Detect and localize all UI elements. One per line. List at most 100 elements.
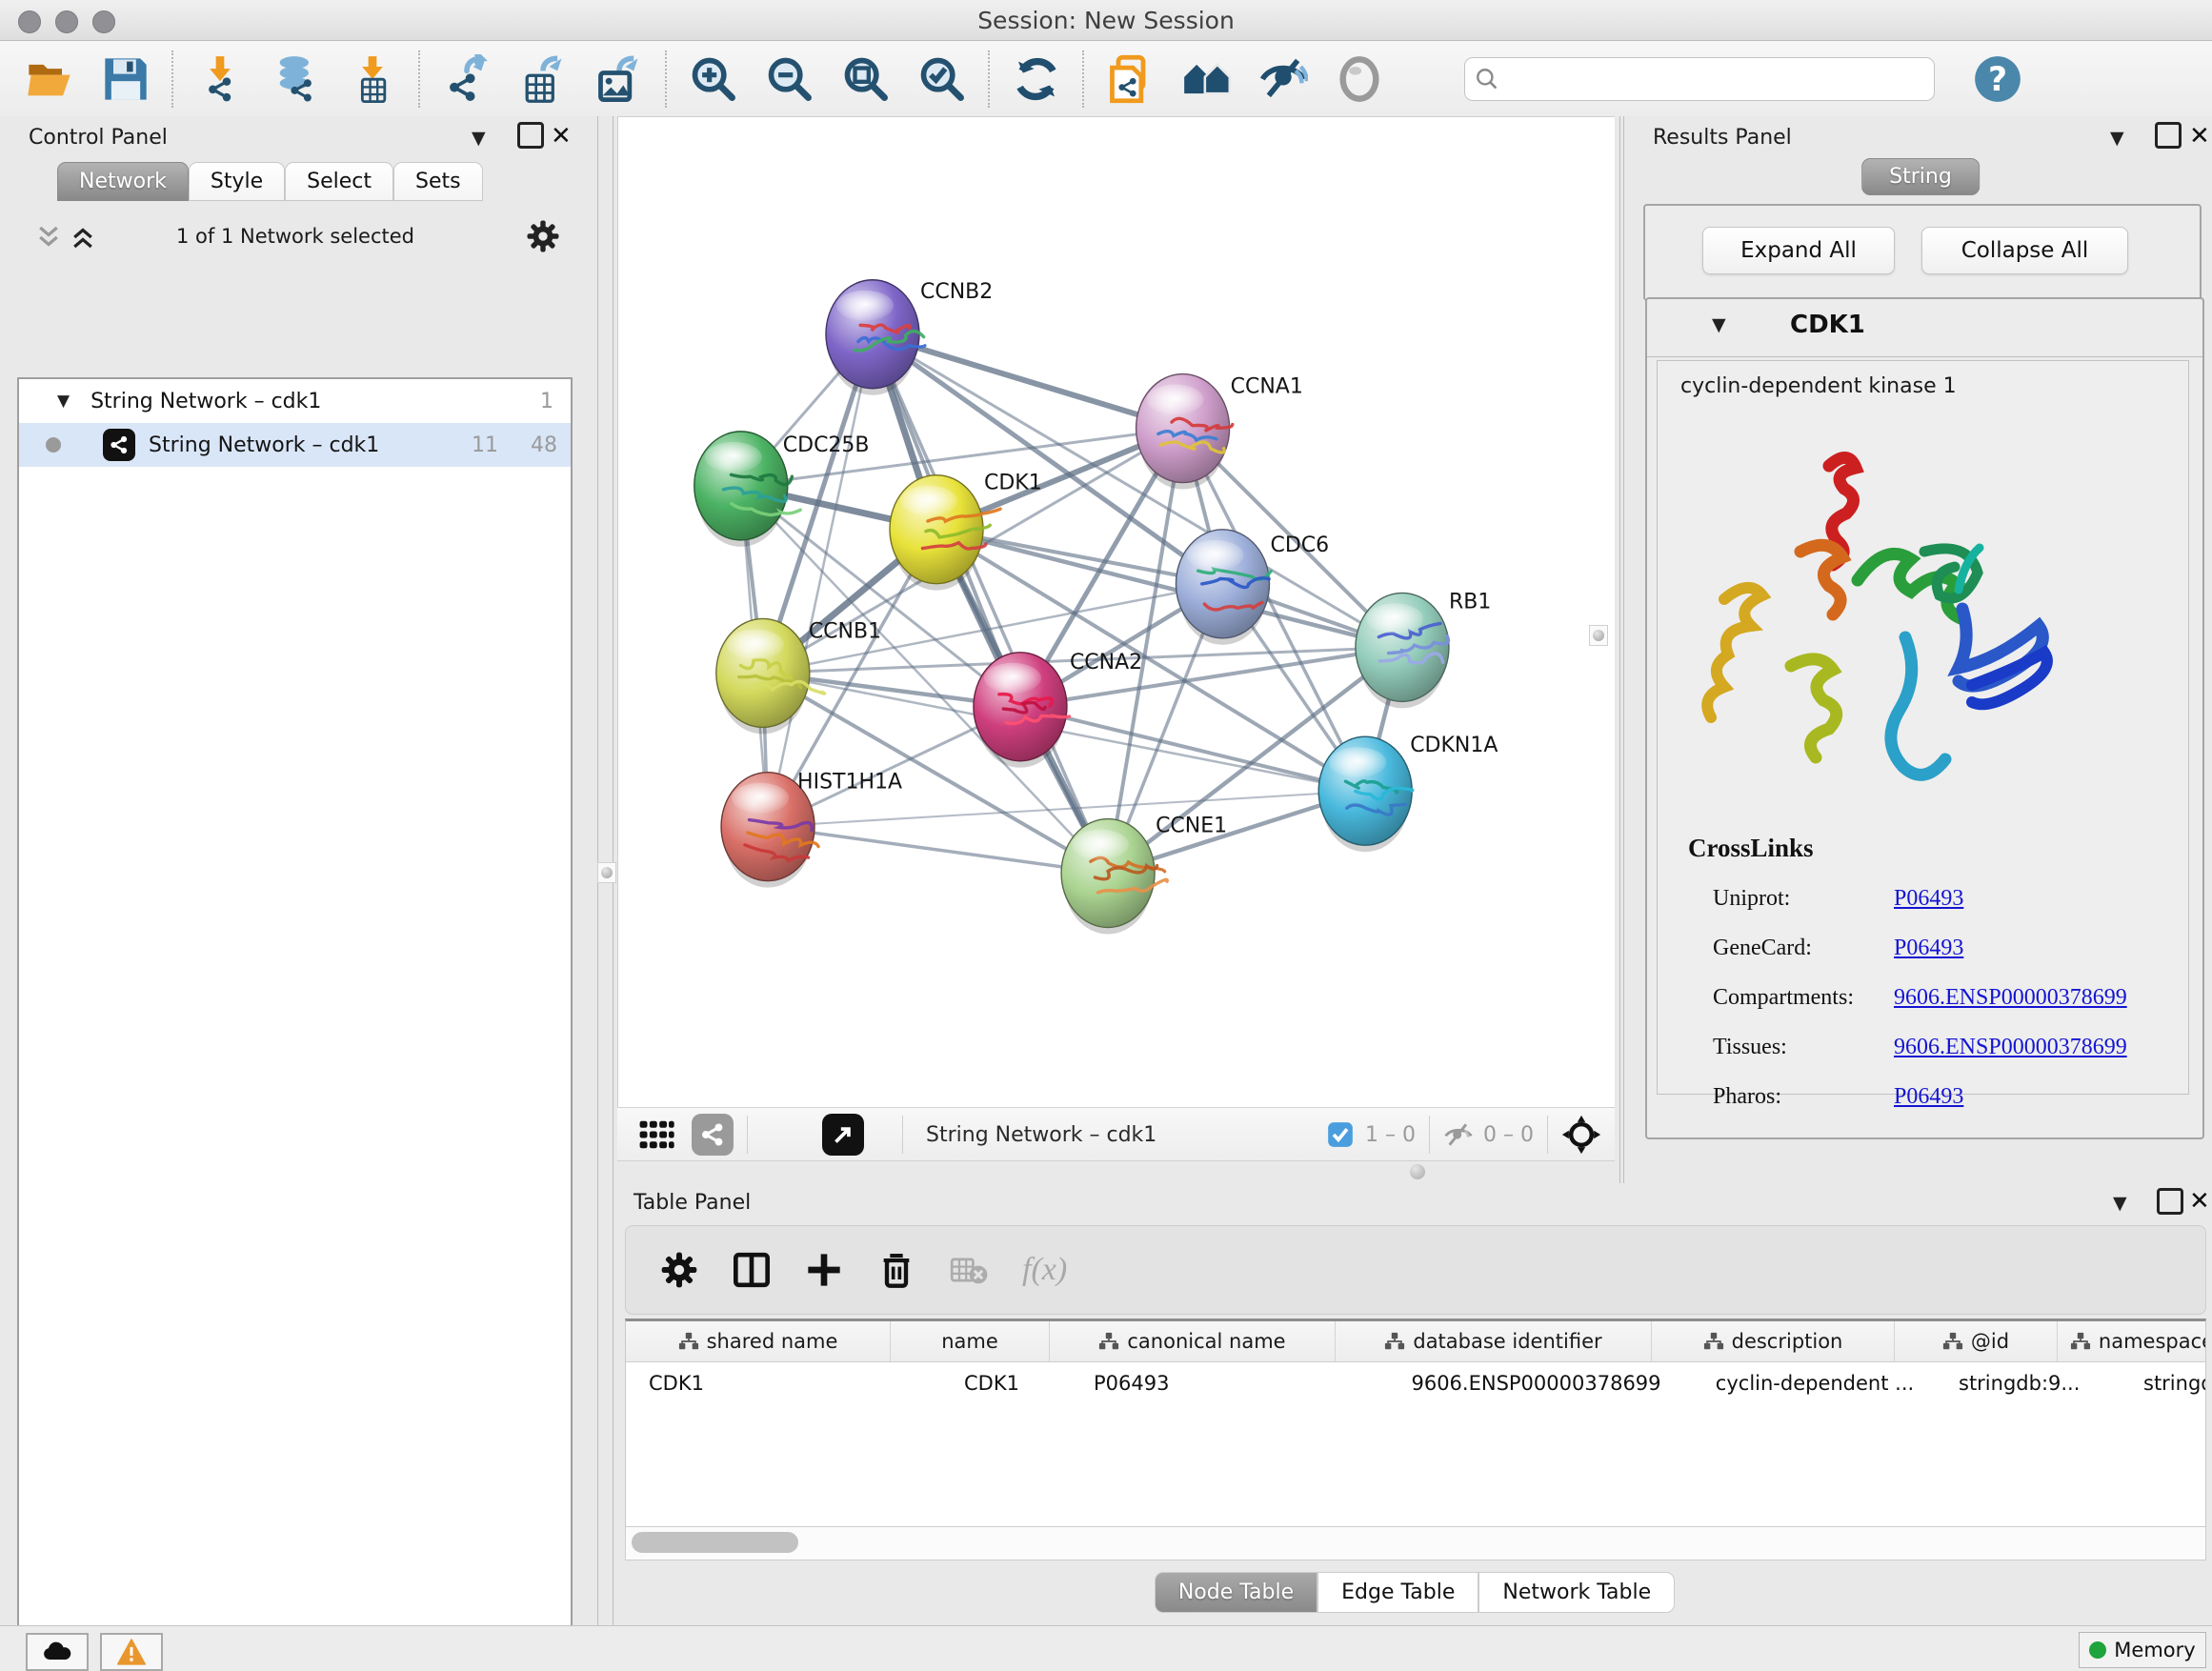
column-header[interactable]: description [1652, 1321, 1895, 1361]
cell-description[interactable]: cyclin-dependent ... [1694, 1362, 1936, 1404]
save-session-icon[interactable] [101, 54, 151, 104]
tab-style[interactable]: Style [189, 162, 285, 201]
cell-canonical-name[interactable]: P06493 [1071, 1362, 1378, 1404]
import-table-icon[interactable] [348, 54, 397, 104]
clone-network-icon[interactable] [1106, 54, 1156, 104]
import-network-icon[interactable] [195, 54, 245, 104]
splitter-handle[interactable] [1410, 1164, 1425, 1179]
network-node-ccne1[interactable] [1061, 819, 1167, 928]
hide-panels-icon[interactable] [1258, 54, 1308, 104]
zoom-fit-icon[interactable] [841, 54, 891, 104]
help-icon[interactable]: ? [1973, 54, 2022, 104]
birdseye-grid-icon[interactable] [638, 1117, 674, 1153]
collapse-all-button[interactable]: Collapse All [1921, 227, 2128, 274]
tab-node-table[interactable]: Node Table [1155, 1572, 1317, 1613]
collapse-all-icon[interactable] [34, 223, 63, 252]
network-node-rb1[interactable] [1356, 593, 1449, 701]
table-header-row: shared name name canonical name database… [626, 1321, 2205, 1362]
panel-menu-icon[interactable]: ▼ [472, 128, 486, 149]
protein-section-header[interactable]: ▼ CDK1 [1647, 299, 2202, 357]
function-builder-icon[interactable]: f(x) [1022, 1252, 1067, 1288]
cell-name[interactable]: CDK1 [913, 1362, 1071, 1404]
cloud-button[interactable] [26, 1633, 89, 1671]
column-header[interactable]: name [891, 1321, 1050, 1361]
cell-namespace[interactable]: stringdb [2121, 1362, 2206, 1404]
splitter-collapse-handle[interactable] [597, 862, 616, 883]
warnings-button[interactable] [100, 1633, 163, 1671]
network-node-cdkn1a[interactable] [1318, 736, 1413, 845]
uniprot-link[interactable]: P06493 [1894, 886, 1963, 911]
export-image-icon[interactable] [594, 54, 644, 104]
network-node-cdc6[interactable] [1176, 530, 1271, 638]
expand-all-icon[interactable] [69, 223, 97, 252]
show-columns-icon[interactable] [733, 1251, 771, 1289]
cell-id[interactable]: stringdb:9... [1936, 1362, 2121, 1404]
panel-menu-icon[interactable]: ▼ [2110, 128, 2124, 149]
collection-expander-icon[interactable]: ▼ [57, 392, 70, 411]
panel-menu-icon[interactable]: ▼ [2113, 1193, 2127, 1214]
vertical-splitter-left[interactable] [597, 116, 617, 1625]
network-graph[interactable]: CCNB2CCNA1CDC25BCDK1CDC6RB1CCNB1CCNA2CDK… [618, 117, 1616, 1108]
tab-select[interactable]: Select [285, 162, 393, 201]
node-label-rb1: RB1 [1449, 590, 1491, 614]
tab-network[interactable]: Network [57, 162, 189, 201]
delete-column-icon[interactable] [877, 1251, 915, 1289]
table-options-gear-icon[interactable] [660, 1251, 698, 1289]
tab-string[interactable]: String [1861, 158, 1980, 195]
memory-button[interactable]: Memory [2079, 1632, 2206, 1668]
scrollbar-thumb[interactable] [632, 1532, 798, 1553]
table-row[interactable]: CDK1 CDK1 P06493 9606.ENSP00000378699 cy… [626, 1362, 2205, 1404]
horizontal-scrollbar[interactable] [625, 1526, 2206, 1560]
export-table-icon[interactable] [518, 54, 568, 104]
import-database-icon[interactable] [271, 54, 321, 104]
column-header[interactable]: shared name [626, 1321, 891, 1361]
delete-table-icon[interactable] [950, 1251, 988, 1289]
zoom-selected-icon[interactable] [917, 54, 967, 104]
expand-all-button[interactable]: Expand All [1702, 227, 1895, 274]
column-header[interactable]: database identifier [1336, 1321, 1652, 1361]
tab-sets[interactable]: Sets [393, 162, 483, 201]
vertical-splitter-right[interactable] [1615, 116, 1629, 1183]
search-input[interactable] [1499, 59, 1934, 99]
show-panels-icon[interactable] [1335, 54, 1384, 104]
section-expander-icon[interactable]: ▼ [1712, 314, 1726, 335]
close-panel-icon[interactable]: ✕ [2189, 122, 2210, 151]
float-panel-icon[interactable] [2157, 1188, 2183, 1215]
search-icon [1475, 67, 1499, 91]
column-header[interactable]: @id [1895, 1321, 2058, 1361]
network-row-selected[interactable]: String Network – cdk1 11 48 [19, 423, 571, 467]
add-column-icon[interactable] [805, 1251, 843, 1289]
zoom-in-icon[interactable] [689, 54, 738, 104]
splitter-collapse-handle[interactable] [1589, 625, 1608, 646]
column-header[interactable]: canonical name [1050, 1321, 1336, 1361]
open-file-icon[interactable] [25, 54, 74, 104]
close-panel-icon[interactable]: ✕ [2189, 1187, 2210, 1216]
refresh-icon[interactable] [1012, 54, 1061, 104]
zoom-out-icon[interactable] [765, 54, 814, 104]
compartments-link[interactable]: 9606.ENSP00000378699 [1894, 985, 2127, 1010]
tab-network-table[interactable]: Network Table [1478, 1572, 1675, 1613]
tissues-link[interactable]: 9606.ENSP00000378699 [1894, 1035, 2127, 1059]
tab-edge-table[interactable]: Edge Table [1317, 1572, 1478, 1613]
network-canvas[interactable]: CCNB2CCNA1CDC25BCDK1CDC6RB1CCNB1CCNA2CDK… [617, 116, 1616, 1108]
float-panel-icon[interactable] [2155, 122, 2182, 149]
search-field[interactable] [1464, 57, 1935, 101]
network-node-ccnb2[interactable] [826, 280, 925, 389]
network-share-icon[interactable] [692, 1114, 734, 1156]
genecard-link[interactable]: P06493 [1894, 936, 1963, 960]
export-network-icon[interactable] [442, 54, 492, 104]
close-panel-icon[interactable]: ✕ [551, 122, 572, 151]
float-panel-icon[interactable] [517, 122, 544, 149]
network-overview-icon[interactable] [1182, 54, 1232, 104]
column-header[interactable]: namespace [2058, 1321, 2206, 1361]
hidden-eye-icon[interactable] [1443, 1119, 1474, 1150]
external-link-icon[interactable] [822, 1114, 864, 1156]
network-options-gear-icon[interactable] [526, 219, 560, 253]
cell-shared-name[interactable]: CDK1 [626, 1362, 913, 1404]
hidden-count: 0 – 0 [1483, 1123, 1534, 1147]
cell-database-identifier[interactable]: 9606.ENSP00000378699 [1378, 1362, 1694, 1404]
pharos-link[interactable]: P06493 [1894, 1084, 1963, 1109]
selected-checkbox-icon[interactable] [1327, 1121, 1354, 1148]
fit-crosshair-icon[interactable] [1561, 1115, 1601, 1155]
network-collection-row[interactable]: ▼ String Network – cdk1 1 [19, 379, 571, 423]
